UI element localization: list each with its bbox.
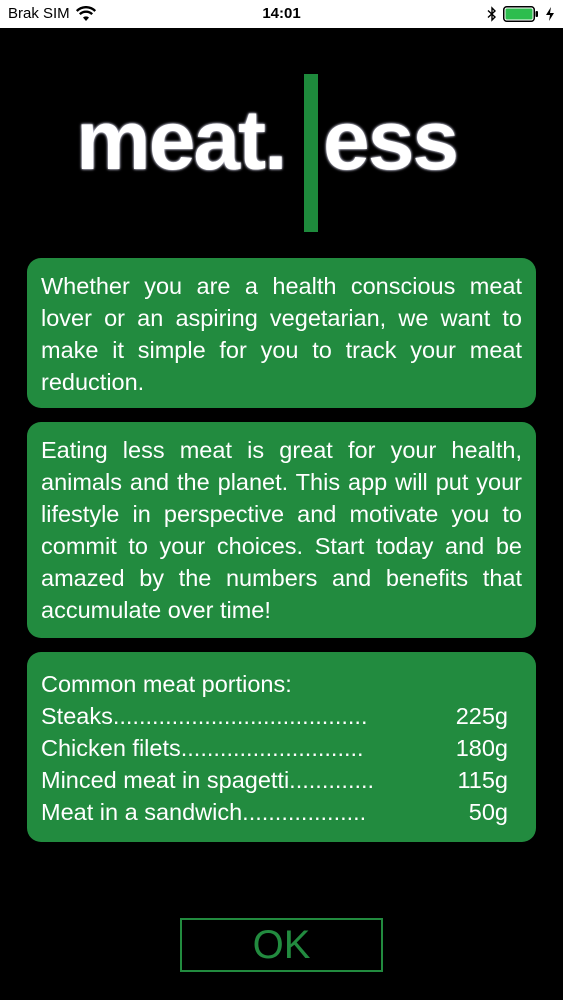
portion-name: Meat in a sandwich................... bbox=[41, 799, 367, 825]
portion-row: Meat in a sandwich................... 50… bbox=[41, 796, 522, 828]
app-logo: meat. ess bbox=[76, 72, 496, 232]
status-icons bbox=[487, 6, 555, 22]
benefits-text: Eating less meat is great for your healt… bbox=[41, 437, 522, 623]
portions-card: Common meat portions: Steaks............… bbox=[27, 652, 536, 842]
intro-text: Whether you are a health conscious meat … bbox=[41, 273, 522, 395]
portion-row: Steaks..................................… bbox=[41, 700, 522, 732]
ok-button[interactable]: OK bbox=[180, 918, 383, 972]
portion-amount: 180g bbox=[455, 735, 508, 761]
logo-green-bar bbox=[304, 74, 318, 232]
battery-icon bbox=[503, 6, 538, 22]
portion-name: Chicken filets..........................… bbox=[41, 735, 364, 761]
status-time: 14:01 bbox=[262, 5, 301, 22]
app-screen: Brak SIM 14:01 meat. ess Whether you are… bbox=[0, 0, 563, 1000]
portions-title: Common meat portions: bbox=[41, 671, 292, 697]
logo-text-meat: meat. bbox=[76, 93, 287, 187]
portion-name: Steaks..................................… bbox=[41, 703, 368, 729]
portion-amount: 115g bbox=[457, 767, 508, 793]
intro-card: Whether you are a health conscious meat … bbox=[27, 258, 536, 408]
portion-amount: 225g bbox=[455, 703, 508, 729]
portion-amount: 50g bbox=[468, 799, 508, 825]
portion-row: Minced meat in spagetti............. 115… bbox=[41, 764, 522, 796]
portion-row: Chicken filets..........................… bbox=[41, 732, 522, 764]
benefits-card: Eating less meat is great for your healt… bbox=[27, 422, 536, 638]
bluetooth-icon bbox=[487, 6, 497, 22]
portion-name: Minced meat in spagetti............. bbox=[41, 767, 375, 793]
status-bar: Brak SIM 14:01 bbox=[0, 0, 563, 28]
charging-icon bbox=[546, 7, 554, 21]
logo-text-ess: ess bbox=[323, 93, 459, 187]
